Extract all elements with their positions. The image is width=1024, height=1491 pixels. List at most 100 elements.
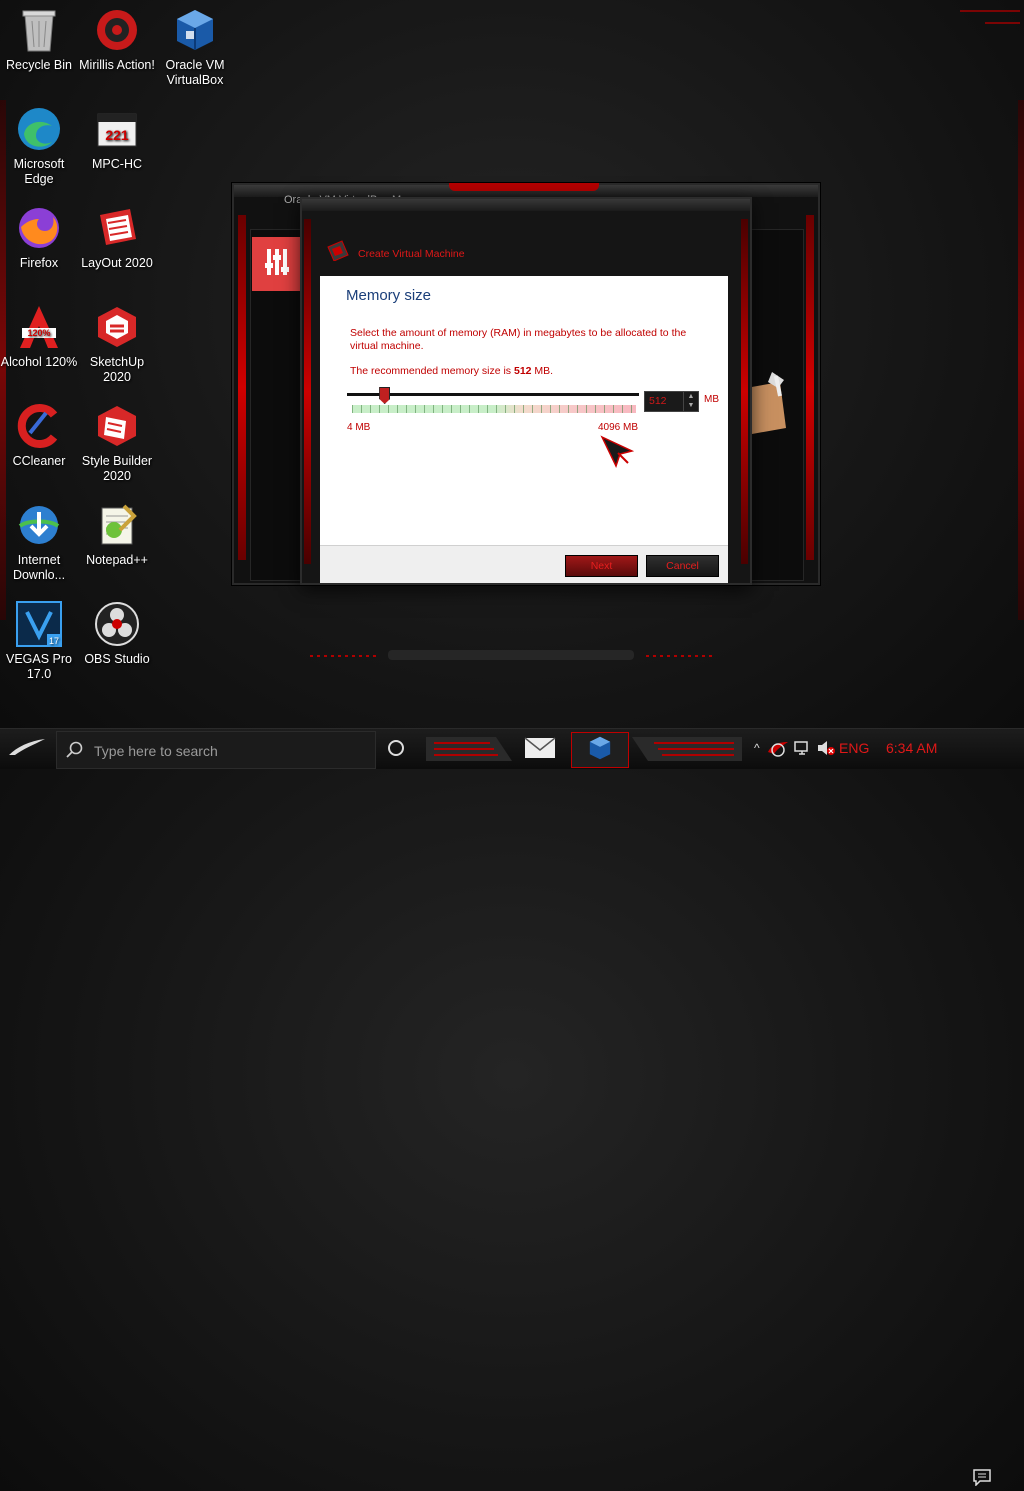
spin-down-icon[interactable]: ▼: [684, 401, 698, 410]
desktop-icon-label: SketchUp 2020: [89, 355, 145, 384]
search-icon: [66, 741, 84, 759]
desktop-icon-notepadpp[interactable]: Notepad++: [78, 501, 156, 568]
desktop-icon-label: Firefox: [19, 256, 59, 270]
mpc-hc-icon: 221: [93, 105, 141, 153]
recommended-value: 512: [513, 365, 532, 377]
desktop-icon-vegas[interactable]: 17 VEGAS Pro 17.0: [0, 600, 78, 682]
taskbar-virtualbox-app[interactable]: [571, 732, 629, 768]
right-accent-bar: [806, 215, 814, 560]
virtualbox-icon: [171, 6, 219, 54]
vegas-pro-icon: 17: [15, 600, 63, 648]
desktop-icon-style-builder[interactable]: Style Builder 2020: [78, 402, 156, 484]
dialog-right-accent: [741, 219, 748, 564]
svg-text:17: 17: [49, 636, 59, 646]
mouse-cursor-icon: [600, 435, 635, 469]
taskbar-search[interactable]: Type here to search: [56, 731, 376, 769]
desktop-icon-label: Style Builder 2020: [81, 454, 153, 483]
desktop-icon-label: Notepad++: [86, 553, 148, 567]
input-language[interactable]: ENG: [839, 740, 869, 756]
page-description: Select the amount of memory (RAM) in meg…: [350, 327, 687, 352]
network-icon[interactable]: [794, 740, 812, 756]
rog-start-icon: [7, 737, 47, 762]
recommended-prefix: The recommended memory size is: [350, 365, 514, 377]
desktop-icon-ccleaner[interactable]: CCleaner: [0, 402, 78, 469]
wallpaper-dots-left: [310, 655, 380, 657]
cancel-button[interactable]: Cancel: [646, 555, 719, 577]
tools-button[interactable]: [252, 237, 302, 291]
desktop-icon-obs[interactable]: OBS Studio: [78, 600, 156, 667]
next-button[interactable]: Next: [565, 555, 638, 577]
svg-text:120%: 120%: [27, 328, 50, 338]
obs-studio-icon: [93, 600, 141, 648]
top-right-deco: [960, 10, 1020, 12]
dialog-left-accent: [304, 219, 311, 564]
virtualbox-taskbar-icon: [587, 734, 613, 767]
tray-rog-icon[interactable]: [766, 738, 790, 758]
memory-unit-label: MB: [704, 394, 719, 405]
svg-text:221: 221: [105, 127, 129, 143]
tools-icon: [263, 245, 291, 284]
recommended-suffix: MB.: [531, 365, 554, 377]
dialog-title: Create Virtual Machine: [358, 248, 465, 260]
slider-min-label: 4 MB: [347, 422, 371, 433]
taskbar-deco-left: [426, 733, 512, 765]
memory-slider-handle[interactable]: [379, 387, 391, 404]
spinbox-arrows[interactable]: ▲ ▼: [683, 392, 698, 411]
right-red-accent: [1018, 100, 1024, 620]
volume-muted-icon[interactable]: [816, 740, 836, 756]
desktop-icon-label: Mirillis Action!: [79, 58, 155, 72]
desktop-icon-label: OBS Studio: [84, 652, 150, 666]
search-placeholder[interactable]: Type here to search: [94, 743, 218, 759]
desktop-icon-label: Alcohol 120%: [0, 355, 78, 369]
left-accent-bar: [238, 215, 246, 560]
desktop-icon-label: MPC-HC: [92, 157, 142, 171]
taskbar: Type here to search ^: [0, 728, 1024, 1487]
recommended-memory-text: The recommended memory size is 512 MB.: [350, 365, 553, 377]
ccleaner-icon: [15, 402, 63, 450]
desktop-icon-edge[interactable]: Microsoft Edge: [0, 105, 78, 187]
alcohol-icon: 120%: [15, 303, 63, 351]
cortana-icon[interactable]: [388, 740, 404, 756]
desktop-icon-alcohol[interactable]: 120% Alcohol 120%: [0, 303, 78, 370]
desktop-icon-label: Internet Downlo...: [12, 553, 66, 582]
dialog-button-bar: Next Cancel: [320, 545, 728, 583]
tray-chevron-icon[interactable]: ^: [754, 741, 760, 755]
start-button[interactable]: [0, 729, 54, 769]
memory-size-spinbox[interactable]: 512 ▲ ▼: [644, 391, 699, 412]
wallpaper-bottom-bar: [388, 650, 634, 660]
desktop-icon-label: CCleaner: [12, 454, 66, 468]
mail-icon: [523, 734, 557, 765]
firefox-icon: [15, 204, 63, 252]
notification-icon[interactable]: [972, 1468, 992, 1487]
wizard-icon: [326, 239, 350, 262]
memory-size-value[interactable]: 512: [649, 395, 667, 407]
page-heading: Memory size: [346, 287, 432, 304]
desktop-icon-label: Microsoft Edge: [13, 157, 65, 186]
desktop-icon-label: LayOut 2020: [81, 256, 153, 270]
taskbar-mail-app[interactable]: [516, 732, 564, 766]
desktop-icon-sketchup[interactable]: SketchUp 2020: [78, 303, 156, 385]
window-top-accent: [449, 183, 599, 191]
internet-download-manager-icon: [15, 501, 63, 549]
desktop-icon-label: VEGAS Pro 17.0: [6, 652, 72, 681]
edge-icon: [15, 105, 63, 153]
desktop-icon-mpc-hc[interactable]: 221 MPC-HC: [78, 105, 156, 172]
top-right-deco-2: [985, 22, 1020, 24]
slider-max-label: 4096 MB: [598, 422, 639, 433]
desktop-icon-idm[interactable]: Internet Downlo...: [0, 501, 78, 583]
dialog-titlebar[interactable]: [302, 199, 750, 211]
recycle-bin-icon: [15, 6, 63, 54]
taskbar-clock[interactable]: 6:34 AM: [886, 740, 937, 756]
desktop-icon-mirillis[interactable]: Mirillis Action!: [78, 6, 156, 73]
mirillis-action-icon: [93, 6, 141, 54]
wallpaper-dots-right: [646, 655, 716, 657]
taskbar-deco-right: [632, 733, 742, 765]
desktop-icon-recycle-bin[interactable]: Recycle Bin: [0, 6, 78, 73]
style-builder-icon: [93, 402, 141, 450]
spin-up-icon[interactable]: ▲: [684, 392, 698, 401]
memory-slider-track[interactable]: [347, 393, 639, 396]
desktop-icon-layout[interactable]: LayOut 2020: [78, 204, 156, 271]
notepad-plus-plus-icon: [93, 501, 141, 549]
desktop-icon-firefox[interactable]: Firefox: [0, 204, 78, 271]
desktop-icon-virtualbox[interactable]: Oracle VM VirtualBox: [156, 6, 234, 88]
